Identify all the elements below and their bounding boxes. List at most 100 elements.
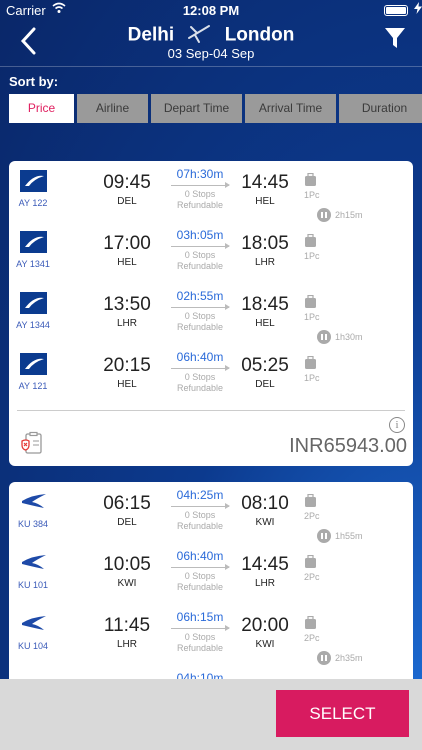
tab-duration[interactable]: Duration <box>339 94 422 123</box>
layover-info: 2h35m <box>317 651 363 665</box>
departure-city: HEL <box>117 379 137 390</box>
destination-city: London <box>224 24 295 46</box>
origin-city: Delhi <box>127 24 175 46</box>
card-divider <box>17 410 405 411</box>
select-button[interactable]: SELECT <box>276 690 409 737</box>
flight-code: KU 101 <box>17 580 49 590</box>
tab-arrival-time[interactable]: Arrival Time <box>245 94 336 123</box>
arrival-city: LHR <box>254 257 275 268</box>
refundable-label: Refundable <box>176 322 224 332</box>
sort-label: Sort by: <box>9 74 59 89</box>
tab-depart-time[interactable]: Depart Time <box>151 94 242 123</box>
departure-city: LHR <box>116 318 137 329</box>
flight-segment: KU 101 10:05 KWI 06h:40m 0 Stops Refunda… <box>9 543 413 604</box>
flight-code: AY 1341 <box>16 259 50 269</box>
baggage-allowance: 2Pc <box>304 511 320 521</box>
arrival-city: LHR <box>254 578 275 589</box>
refundable-label: Refundable <box>176 582 224 592</box>
flight-segment: AY 1344 13:50 LHR 02h:55m 0 Stops Refund… <box>9 283 413 344</box>
arrival-time: 18:45 <box>241 294 289 315</box>
baggage-icon <box>305 295 316 308</box>
arrival-city: HEL <box>255 196 275 207</box>
arrival-city: HEL <box>255 318 275 329</box>
flight-duration: 06h:40m <box>176 350 224 364</box>
departure-time: 10:05 <box>103 554 151 575</box>
battery-icon <box>384 5 408 16</box>
flight-duration: 04h:25m <box>176 488 224 502</box>
pause-icon <box>317 651 331 665</box>
finnair-logo-icon <box>20 231 47 253</box>
departure-city: DEL <box>117 517 137 528</box>
header-divider <box>0 66 422 67</box>
arrival-time: 20:00 <box>241 615 289 636</box>
kuwait-airways-logo-icon <box>22 616 46 630</box>
fare-price: INR65943.00 <box>289 435 407 457</box>
departure-city: KWI <box>117 578 137 589</box>
info-icon[interactable]: i <box>389 417 405 433</box>
flight-segment: KU 384 06:15 DEL 04h:25m 0 Stops Refunda… <box>9 482 413 543</box>
pause-icon <box>317 529 331 543</box>
stops-count: 0 Stops <box>184 250 216 260</box>
baggage-allowance: 1Pc <box>304 312 320 322</box>
flight-duration: 06h:15m <box>176 610 224 624</box>
finnair-logo-icon <box>20 170 47 192</box>
layover-info: 2h15m <box>317 208 363 222</box>
status-bar: Carrier 12:08 PM <box>0 0 422 20</box>
baggage-allowance: 2Pc <box>304 572 320 582</box>
refundable-label: Refundable <box>176 383 224 393</box>
arrow-right-icon <box>171 365 230 371</box>
arrow-right-icon <box>171 304 230 310</box>
baggage-icon <box>305 494 316 507</box>
top-nav-bar: Delhi London 03 Sep-04 Sep <box>0 20 422 66</box>
sort-tabs: Price Airline Depart Time Arrival Time D… <box>9 94 422 123</box>
arrival-city: KWI <box>255 639 275 650</box>
departure-time: 17:00 <box>103 233 151 254</box>
baggage-allowance: 1Pc <box>304 373 320 383</box>
flight-code: AY 1344 <box>16 320 50 330</box>
arrow-right-icon <box>171 625 230 631</box>
route-title: Delhi London <box>0 22 422 49</box>
tab-airline[interactable]: Airline <box>77 94 148 123</box>
baggage-icon <box>305 234 316 247</box>
flight-segment: AY 121 20:15 HEL 06h:40m 0 Stops Refunda… <box>9 344 413 405</box>
flight-duration: 03h:05m <box>176 228 224 242</box>
flight-segment: KU 104 11:45 LHR 06h:15m 0 Stops Refunda… <box>9 604 413 665</box>
flight-code: KU 384 <box>17 519 49 529</box>
kuwait-airways-logo-icon <box>22 494 46 508</box>
flight-segment: AY 1341 17:00 HEL 03h:05m 0 Stops Refund… <box>9 222 413 283</box>
flight-result-card[interactable]: AY 122 09:45 DEL 07h:30m 0 Stops Refunda… <box>9 161 413 466</box>
arrival-time: 14:45 <box>241 172 289 193</box>
kuwait-airways-logo-icon <box>22 555 46 569</box>
refundable-label: Refundable <box>176 200 224 210</box>
baggage-allowance: 1Pc <box>304 251 320 261</box>
pause-icon <box>317 208 331 222</box>
travel-dates: 03 Sep-04 Sep <box>167 46 255 61</box>
arrow-right-icon <box>171 182 230 188</box>
flight-code: KU 104 <box>17 641 49 651</box>
flight-code: AY 122 <box>18 198 48 208</box>
policy-icon[interactable] <box>20 431 44 455</box>
arrival-time: 05:25 <box>241 355 289 376</box>
arrival-city: DEL <box>255 379 275 390</box>
departure-city: HEL <box>117 257 137 268</box>
tab-price[interactable]: Price <box>9 94 74 123</box>
stops-count: 0 Stops <box>184 510 216 520</box>
stops-count: 0 Stops <box>184 571 216 581</box>
arrival-city: KWI <box>255 517 275 528</box>
plane-icon <box>187 22 211 49</box>
stops-count: 0 Stops <box>184 372 216 382</box>
stops-count: 0 Stops <box>184 189 216 199</box>
filter-button[interactable] <box>384 26 406 50</box>
stops-count: 0 Stops <box>184 632 216 642</box>
filter-icon <box>385 28 405 48</box>
baggage-icon <box>305 173 316 186</box>
departure-city: LHR <box>116 639 137 650</box>
layover-info: 1h30m <box>317 330 363 344</box>
layover-info: 1h55m <box>317 529 363 543</box>
layover-duration: 1h30m <box>335 332 363 342</box>
baggage-icon <box>305 356 316 369</box>
layover-duration: 2h15m <box>335 210 363 220</box>
arrow-right-icon <box>171 243 230 249</box>
refundable-label: Refundable <box>176 521 224 531</box>
status-time: 12:08 PM <box>182 3 240 18</box>
